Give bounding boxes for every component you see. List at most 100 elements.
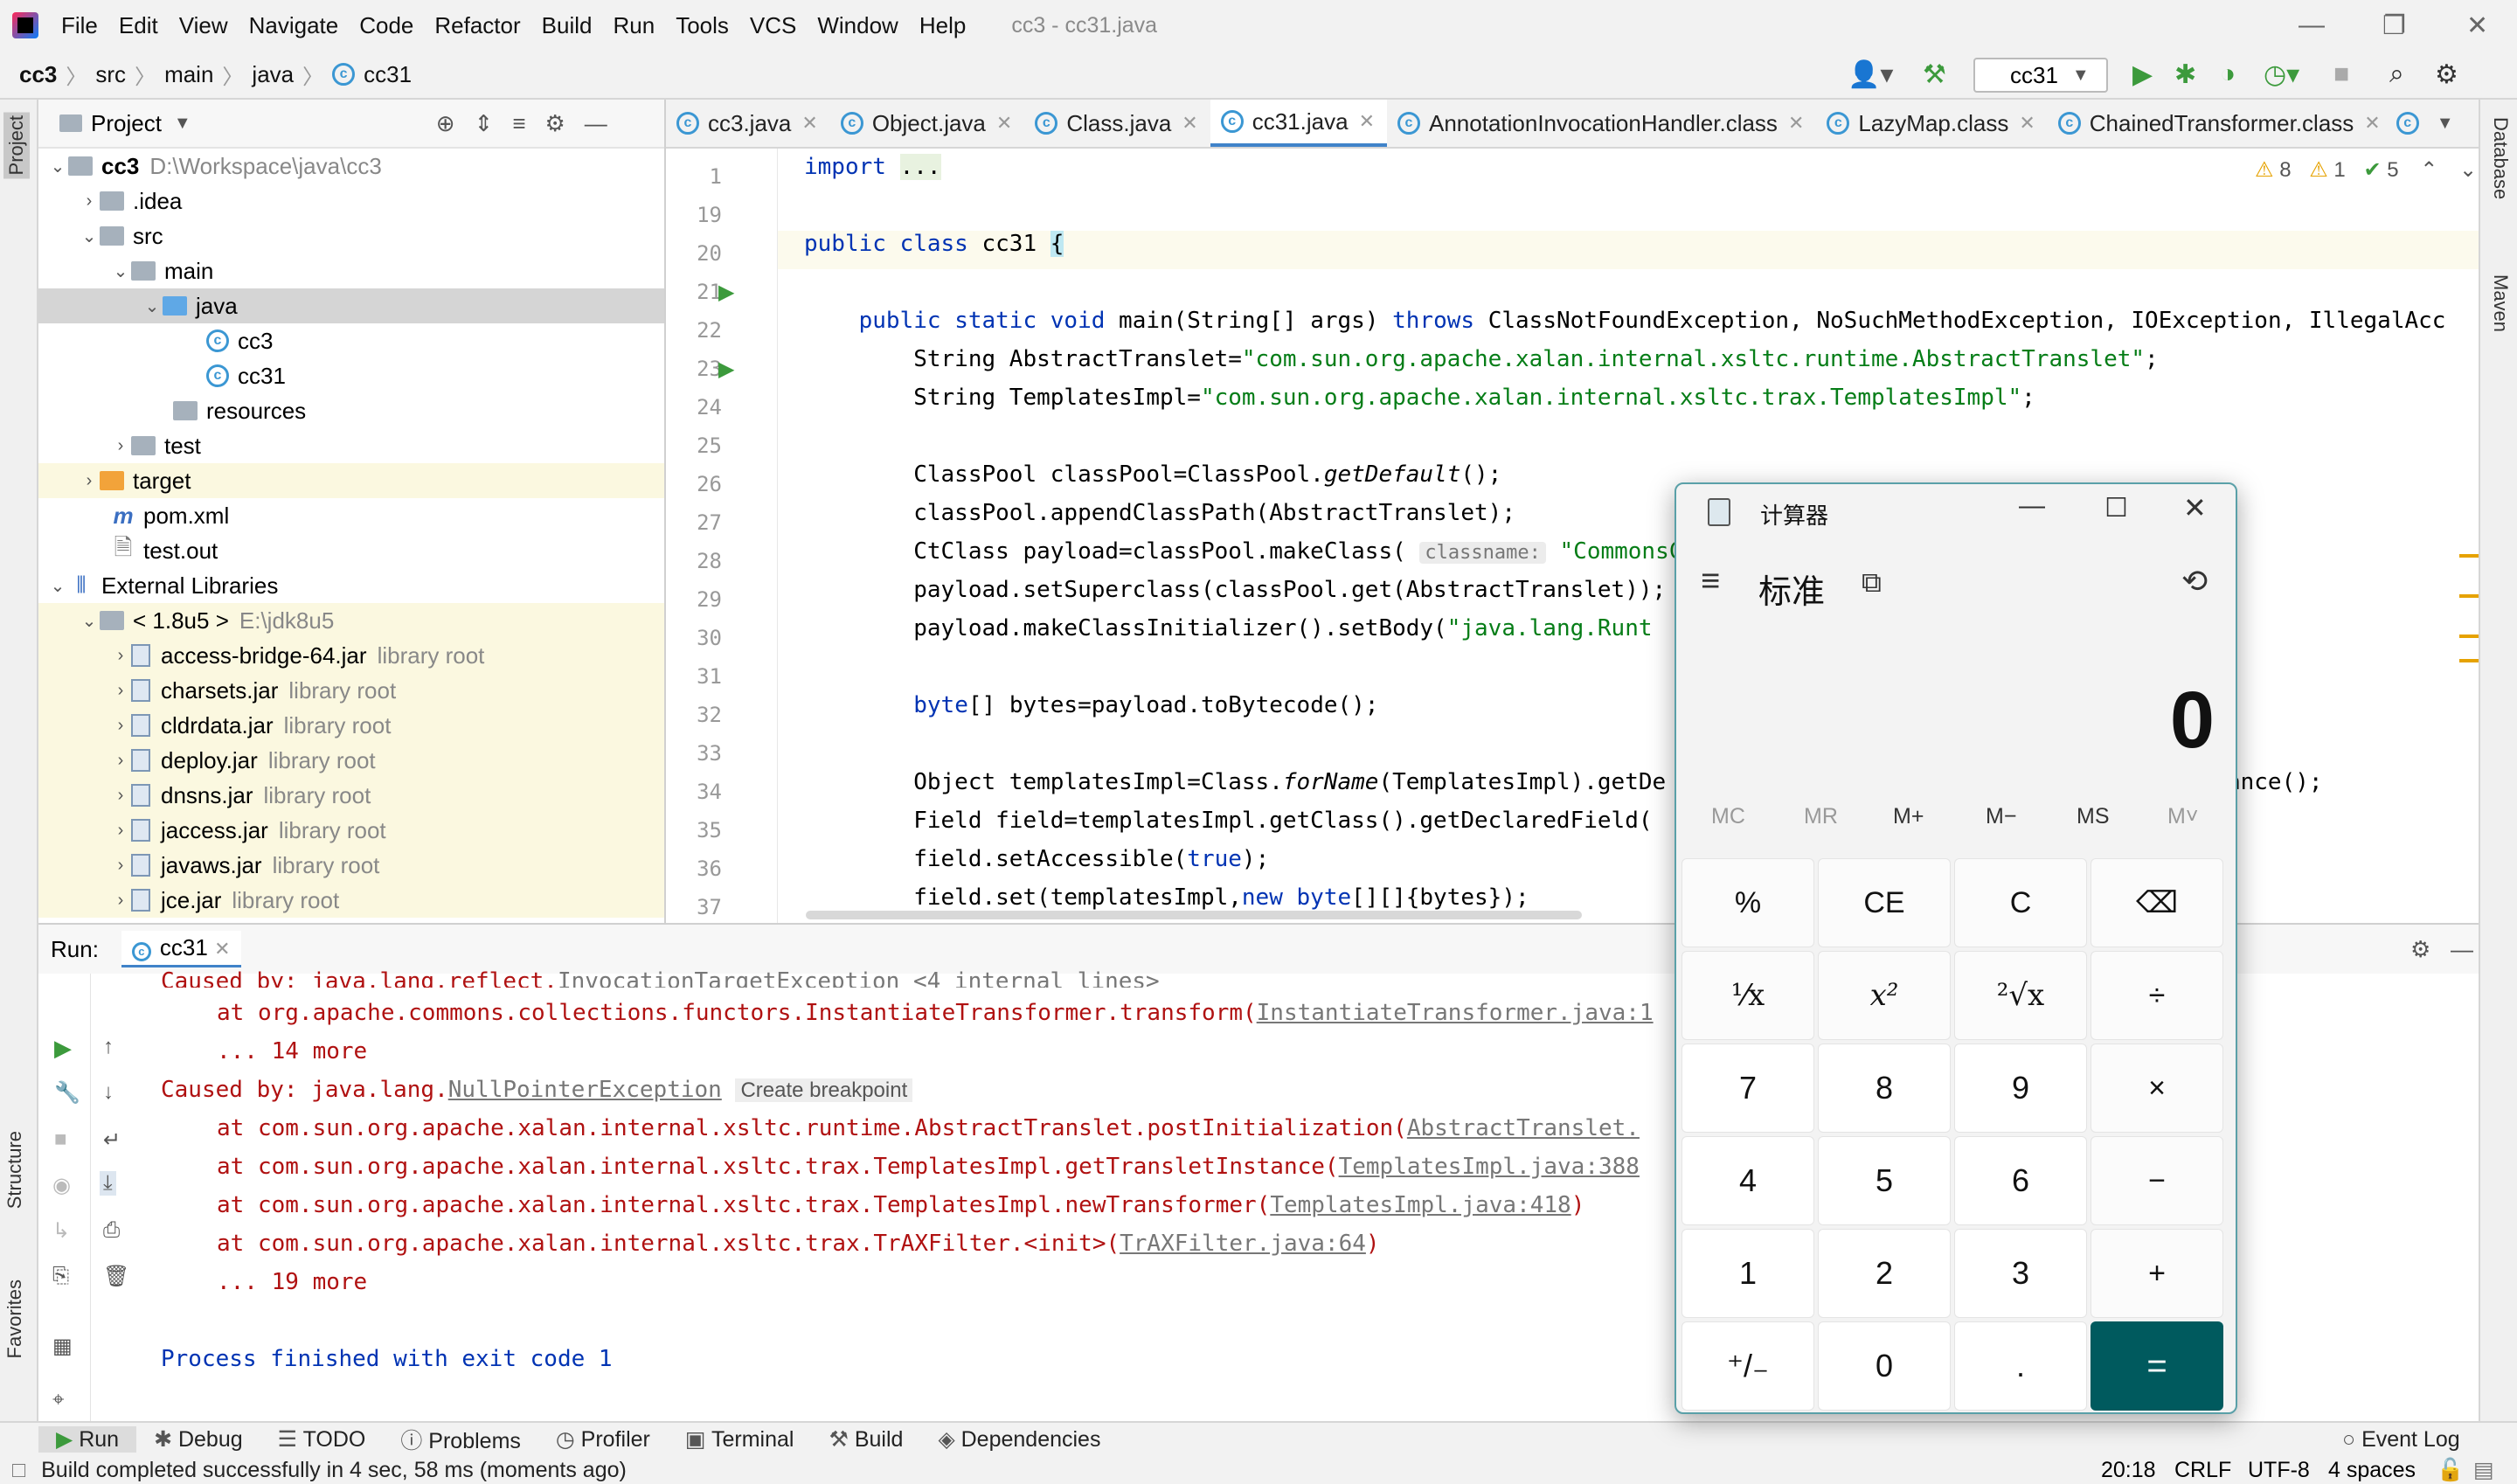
chevron-down-icon[interactable]: ▼ — [174, 114, 191, 134]
scroll-to-end-icon[interactable]: ⤓ — [100, 1171, 116, 1196]
arrow-down-icon[interactable]: ↓ — [103, 1080, 114, 1105]
tree-item-jar[interactable]: › dnsns.jar library root — [38, 778, 664, 813]
maximize-icon[interactable]: ☐ — [2104, 493, 2128, 524]
tree-item-test[interactable]: › test — [38, 428, 664, 463]
memory-subtract-button[interactable]: M− — [1986, 804, 2016, 829]
tree-item-java[interactable]: ⌄ java — [38, 288, 664, 323]
tree-item-jar[interactable]: › deploy.jar library root — [38, 743, 664, 778]
menu-help[interactable]: Help — [909, 12, 976, 39]
menu-file[interactable]: File — [51, 12, 108, 39]
tool-run[interactable]: ▶ Run — [38, 1426, 137, 1453]
tree-item-jdk[interactable]: ⌄ < 1.8u5 > E:\jdk8u5 — [38, 603, 664, 638]
divide-button[interactable]: ÷ — [2091, 951, 2223, 1040]
tree-item-jar[interactable]: › jce.jar library root — [38, 883, 664, 918]
maven-tool-tab[interactable]: Maven — [2489, 274, 2512, 332]
trash-icon[interactable]: 🗑 — [103, 1264, 129, 1289]
lock-icon[interactable]: 🔓 — [2437, 1458, 2464, 1483]
search-icon[interactable]: ⌕ — [2389, 59, 2404, 89]
tree-item-cc31-class[interactable]: c cc31 — [38, 358, 664, 393]
caret-position[interactable]: 20:18 — [2101, 1458, 2156, 1483]
run-gutter-icon[interactable]: ▶ — [718, 280, 734, 305]
menu-code[interactable]: Code — [349, 12, 424, 39]
menu-view[interactable]: View — [169, 12, 239, 39]
database-tool-tab[interactable]: Database — [2489, 117, 2512, 199]
breadcrumb-file[interactable]: cc31 — [364, 61, 412, 88]
menu-edit[interactable]: Edit — [108, 12, 169, 39]
tabs-overflow-icon[interactable]: c ▼ — [2393, 100, 2466, 147]
keep-on-top-icon[interactable]: ⧉ — [1862, 566, 1882, 600]
menu-build[interactable]: Build — [531, 12, 603, 39]
project-tool-tab[interactable]: Project — [3, 112, 30, 179]
minimize-icon[interactable]: — — [2299, 10, 2325, 40]
close-icon[interactable]: ✕ — [2183, 491, 2207, 524]
memory-add-button[interactable]: M+ — [1893, 804, 1924, 829]
gear-icon[interactable]: ⚙ — [2410, 936, 2430, 963]
digit-1-button[interactable]: 1 — [1681, 1229, 1814, 1318]
tree-item-jar[interactable]: › jaccess.jar library root — [38, 813, 664, 848]
breadcrumb-project[interactable]: cc3 — [19, 61, 57, 88]
project-panel-title[interactable]: Project — [91, 110, 162, 137]
restore-layout-icon[interactable]: ↳ — [52, 1218, 70, 1244]
tree-item-idea[interactable]: › .idea — [38, 184, 664, 218]
gear-icon[interactable]: ⚙ — [544, 110, 565, 137]
file-encoding[interactable]: UTF-8 — [2248, 1458, 2310, 1483]
expand-all-icon[interactable]: ⇕ — [475, 110, 494, 137]
square-root-button[interactable]: ²√x — [1954, 951, 2087, 1040]
tree-item-src[interactable]: ⌄ src — [38, 218, 664, 253]
memory-clear-button[interactable]: MC — [1711, 804, 1745, 829]
menu-run[interactable]: Run — [602, 12, 665, 39]
soft-wrap-icon[interactable]: ↵ — [103, 1127, 121, 1153]
tree-item-jar[interactable]: › cldrdata.jar library root — [38, 708, 664, 743]
tree-item-main[interactable]: ⌄ main — [38, 253, 664, 288]
profile-icon[interactable]: ◷▾ — [2264, 59, 2299, 90]
hide-panel-icon[interactable]: — — [2451, 936, 2473, 963]
tree-item-cc3-class[interactable]: c cc3 — [38, 323, 664, 358]
menu-refactor[interactable]: Refactor — [424, 12, 530, 39]
exit-icon[interactable]: ⎘ — [52, 1264, 69, 1288]
locate-icon[interactable]: ⊕ — [436, 110, 455, 137]
inspection-widget[interactable]: ⚠ 8 ⚠ 1 ✔ 5 ⌃ ⌄ — [2255, 157, 2477, 183]
multiply-button[interactable]: × — [2091, 1044, 2223, 1133]
memory-list-button[interactable]: M˅ — [2167, 804, 2198, 829]
warning-marker[interactable] — [2459, 635, 2479, 638]
restore-icon[interactable]: ❐ — [2382, 10, 2406, 41]
breadcrumb-java[interactable]: java — [252, 61, 294, 88]
tool-profiler[interactable]: ◷ Profiler — [538, 1426, 668, 1453]
square-button[interactable]: x² — [1818, 951, 1951, 1040]
clear-entry-button[interactable]: CE — [1818, 858, 1951, 947]
print-icon[interactable]: ⎙ — [103, 1218, 120, 1243]
tool-debug[interactable]: ✱ Debug — [136, 1426, 260, 1453]
breadcrumb-src[interactable]: src — [95, 61, 126, 88]
rerun-icon[interactable]: ▶ — [54, 1035, 72, 1062]
structure-tool-tab[interactable]: Structure — [3, 1131, 26, 1209]
percent-button[interactable]: % — [1681, 858, 1814, 947]
settings-icon[interactable]: ⚙ — [2435, 59, 2458, 90]
decimal-button[interactable]: . — [1954, 1321, 2087, 1411]
tool-build[interactable]: ⚒ Build — [811, 1426, 920, 1453]
create-breakpoint-link[interactable]: Create breakpoint — [735, 1078, 913, 1102]
tree-item-jar[interactable]: › access-bridge-64.jar library root — [38, 638, 664, 673]
camera-icon[interactable]: ◉ — [52, 1173, 71, 1198]
tab-lazymap[interactable]: c LazyMap.class ✕ — [1816, 100, 2047, 147]
hide-panel-icon[interactable]: — — [585, 110, 607, 137]
stop-icon[interactable]: ■ — [2333, 59, 2349, 89]
tree-item-jar[interactable]: › javaws.jar library root — [38, 848, 664, 883]
history-icon[interactable]: ⟲ — [2181, 563, 2208, 600]
stop-icon[interactable]: ■ — [54, 1127, 67, 1152]
memory-store-button[interactable]: MS — [2077, 804, 2110, 829]
tool-dependencies[interactable]: ◈ Dependencies — [920, 1426, 1118, 1453]
run-gutter-icon[interactable]: ▶ — [718, 357, 734, 382]
tree-item-test-out[interactable]: 🗎 test.out — [38, 533, 664, 568]
status-message[interactable]: Build completed successfully in 4 sec, 5… — [41, 1458, 627, 1483]
tab-cc3-java[interactable]: c cc3.java ✕ — [666, 100, 830, 147]
horizontal-scrollbar[interactable] — [806, 911, 1582, 919]
coverage-icon[interactable]: ◑ — [2220, 59, 2236, 89]
digit-9-button[interactable]: 9 — [1954, 1044, 2087, 1133]
tree-item-pom[interactable]: m pom.xml — [38, 498, 664, 533]
digit-8-button[interactable]: 8 — [1818, 1044, 1951, 1133]
memory-indicator-icon[interactable]: ▤ — [2473, 1457, 2494, 1483]
digit-2-button[interactable]: 2 — [1818, 1229, 1951, 1318]
tool-event-log[interactable]: ○ Event Log — [2325, 1427, 2478, 1453]
run-config-select[interactable]: cc31 ▼ — [1973, 58, 2108, 93]
backspace-button[interactable]: ⌫ — [2091, 858, 2223, 947]
